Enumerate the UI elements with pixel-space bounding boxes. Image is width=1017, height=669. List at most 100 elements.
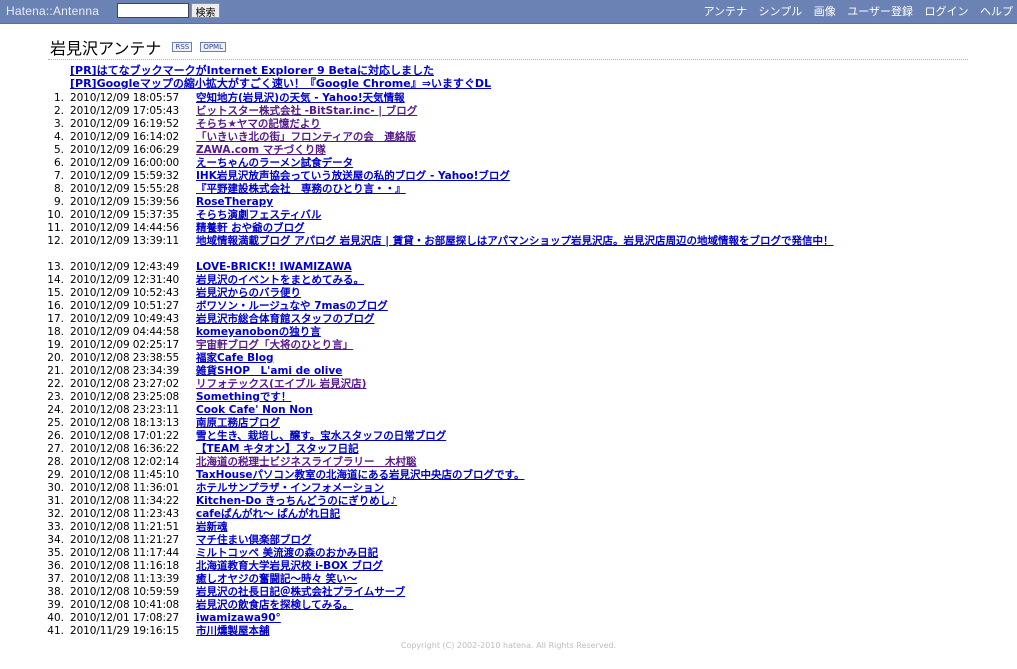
item-timestamp: 2010/12/09 16:14:02: [70, 131, 180, 143]
nav-antenna[interactable]: アンテナ: [703, 5, 747, 18]
nav-simple[interactable]: シンプル: [759, 5, 803, 18]
site-link[interactable]: 岩見沢のイベントをまとめてみる。: [196, 274, 364, 287]
site-link[interactable]: ホテルサンプラザ・インフォメーション: [196, 482, 384, 495]
item-number: 1.: [53, 92, 64, 104]
site-link[interactable]: 「いきいき北の街」フロンティアの会 連絡版: [196, 131, 416, 144]
site-link[interactable]: IHK岩見沢放声協会っていう放送屋の私的ブログ - Yahoo!ブログ: [196, 170, 510, 183]
site-link[interactable]: 宇宙軒ブログ「大将のひとり言」: [196, 339, 353, 352]
item-timestamp: 2010/12/09 12:43:49: [70, 261, 180, 273]
search-button[interactable]: 検索: [191, 3, 220, 19]
item-timestamp: 2010/12/09 14:44:56: [70, 222, 180, 234]
item-number: 19.: [47, 339, 64, 351]
site-link[interactable]: Somethingです！: [196, 391, 291, 404]
site-link[interactable]: 空知地方(岩見沢)の天気 - Yahoo!天気情報: [196, 92, 405, 105]
list-item: 1. 2010/12/09 18:05:57 空知地方(岩見沢)の天気 - Yaho…: [0, 92, 1017, 105]
list-item: 15. 2010/12/09 10:52:43 岩見沢からのバラ便り: [0, 287, 1017, 300]
site-link[interactable]: 雑貨SHOP L'ami de olive: [196, 365, 342, 378]
item-timestamp: 2010/12/08 10:41:08: [70, 599, 180, 611]
search-input[interactable]: [117, 3, 189, 18]
nav-help[interactable]: ヘルプ: [980, 5, 1013, 18]
site-link[interactable]: 癒しオヤジの奮闘記～時々 笑い～: [196, 573, 357, 586]
list-item: 33. 2010/12/08 11:21:51 岩新魂: [0, 521, 1017, 534]
site-link[interactable]: 北海道の税理士ビジネスライブラリー 木村聡: [196, 456, 417, 469]
item-timestamp: 2010/12/09 02:25:17: [70, 339, 180, 351]
list-item: 7. 2010/12/09 15:59:32 IHK岩見沢放声協会っていう放送屋の私…: [0, 170, 1017, 183]
list-item: 31. 2010/12/08 11:34:22 Kitchen-Do きっちんどうの…: [0, 495, 1017, 508]
item-timestamp: 2010/12/09 10:52:43: [70, 287, 180, 299]
site-link[interactable]: RoseTherapy: [196, 196, 273, 209]
site-link[interactable]: ビットスター株式会社 -BitStar.inc- | ブログ: [196, 105, 417, 118]
site-link[interactable]: 地域情報満載ブログ アパログ 岩見沢店 | 賃貸・お部屋探しはアパマンショップ岩…: [196, 235, 958, 248]
rss-badge[interactable]: RSS: [172, 42, 193, 52]
site-link[interactable]: 雪と生き、栽培し、醸す。宝水スタッフの日常ブログ: [196, 430, 446, 443]
site-link[interactable]: 精養軒 おや爺のブログ: [196, 222, 305, 235]
hatena-antenna-logo[interactable]: Hatena::Antenna: [6, 4, 99, 18]
list-item: 13. 2010/12/09 12:43:49 LOVE-BRICK!! IWAMI…: [0, 261, 1017, 274]
site-link[interactable]: 南原工務店ブログ: [196, 417, 280, 430]
site-link[interactable]: そらち演劇フェスティバル: [196, 209, 321, 222]
title-divider: [48, 59, 968, 60]
item-timestamp: 2010/12/08 11:23:43: [70, 508, 180, 520]
item-timestamp: 2010/12/08 23:27:02: [70, 378, 180, 390]
nav-image[interactable]: 画像: [814, 5, 836, 18]
nav-register[interactable]: ユーザー登録: [847, 5, 913, 18]
site-link[interactable]: 北海道教育大学岩見沢校 i-BOX ブログ: [196, 560, 383, 573]
item-timestamp: 2010/12/08 18:13:13: [70, 417, 180, 429]
item-timestamp: 2010/12/08 11:21:51: [70, 521, 180, 533]
item-number: 20.: [47, 352, 64, 364]
list-item: 19. 2010/12/09 02:25:17 宇宙軒ブログ「大将のひとり言」: [0, 339, 1017, 352]
item-number: 39.: [47, 599, 64, 611]
site-link[interactable]: ZAWA.com マチづくり隊: [196, 144, 326, 157]
site-link[interactable]: komeyanobonの独り言: [196, 326, 321, 339]
pr-link-2[interactable]: [PR]Googleマップの縮小拡大がすごく速い！『Google Chrome』…: [70, 75, 491, 91]
list-item: 17. 2010/12/09 10:49:43 岩見沢市総合体育館スタッフのブログ: [0, 313, 1017, 326]
item-number: 25.: [47, 417, 64, 429]
nav-login[interactable]: ログイン: [925, 5, 969, 18]
item-timestamp: 2010/12/09 15:37:35: [70, 209, 180, 221]
item-number: 15.: [47, 287, 64, 299]
item-number: 4.: [53, 131, 64, 143]
site-link[interactable]: TaxHouseパソコン教室の北海道にある岩見沢中央店のブログです。: [196, 469, 524, 482]
site-link[interactable]: 福家Cafe Blog: [196, 352, 273, 365]
site-link[interactable]: LOVE-BRICK!! IWAMIZAWA: [196, 261, 352, 274]
item-timestamp: 2010/12/08 11:34:22: [70, 495, 180, 507]
site-link[interactable]: 岩見沢の社長日記＠株式会社プライムサーブ: [196, 586, 405, 599]
site-link[interactable]: 岩見沢からのバラ便り: [196, 287, 301, 300]
item-number: 37.: [47, 573, 64, 585]
site-link[interactable]: 岩新魂: [196, 521, 228, 534]
item-number: 30.: [47, 482, 64, 494]
item-number: 34.: [47, 534, 64, 546]
item-timestamp: 2010/12/08 17:01:22: [70, 430, 180, 442]
site-link[interactable]: ミルトコッペ 美流渡の森のおかみ日記: [196, 547, 378, 560]
list-item: 25. 2010/12/08 18:13:13 南原工務店ブログ: [0, 417, 1017, 430]
list-item: 3. 2010/12/09 16:19:52 そらち★ヤマの記憶だより: [0, 118, 1017, 131]
item-timestamp: 2010/12/09 04:44:58: [70, 326, 180, 338]
opml-badge[interactable]: OPML: [200, 42, 226, 52]
site-link[interactable]: 『平野建設株式会社 専務のひとり言・・』: [196, 183, 406, 196]
site-link[interactable]: Kitchen-Do きっちんどうのにぎりめし♪: [196, 495, 397, 508]
site-link[interactable]: iwamizawa90°: [196, 612, 281, 625]
site-link[interactable]: 岩見沢の飲食店を探検してみる。: [196, 599, 353, 612]
item-timestamp: 2010/12/08 11:16:18: [70, 560, 180, 572]
top-nav: アンテナ シンプル 画像 ユーザー登録 ログイン ヘルプ: [695, 3, 1013, 19]
site-link[interactable]: cafeぱんがれ～ ぱんがれ日記: [196, 508, 340, 521]
item-number: 6.: [53, 157, 64, 169]
site-link[interactable]: Cook Cafe' Non Non: [196, 404, 313, 417]
site-link[interactable]: 岩見沢市総合体育館スタッフのブログ: [196, 313, 375, 326]
item-timestamp: 2010/12/08 11:21:27: [70, 534, 180, 546]
item-timestamp: 2010/12/09 17:05:43: [70, 105, 180, 117]
item-number: 9.: [53, 196, 64, 208]
site-link[interactable]: 市川燻製屋本舗: [196, 625, 270, 638]
item-timestamp: 2010/12/08 11:17:44: [70, 547, 180, 559]
site-link[interactable]: そらち★ヤマの記憶だより: [196, 118, 321, 131]
item-timestamp: 2010/12/09 16:19:52: [70, 118, 180, 130]
list-item: 20. 2010/12/08 23:38:55 福家Cafe Blog: [0, 352, 1017, 365]
item-timestamp: 2010/12/09 10:51:27: [70, 300, 180, 312]
site-link[interactable]: 【TEAM キタオン】スタッフ日記: [196, 443, 359, 456]
item-timestamp: 2010/12/08 23:34:39: [70, 365, 180, 377]
site-link[interactable]: マチ住まい倶楽部ブログ: [196, 534, 312, 547]
item-timestamp: 2010/12/08 23:25:08: [70, 391, 180, 403]
site-link[interactable]: ボワソン・ルージュなや 7masのブログ: [196, 300, 388, 313]
site-link[interactable]: えーちゃんのラーメン試食データ: [196, 157, 353, 170]
site-link[interactable]: リフォテックス(エイブル 岩見沢店): [196, 378, 366, 391]
